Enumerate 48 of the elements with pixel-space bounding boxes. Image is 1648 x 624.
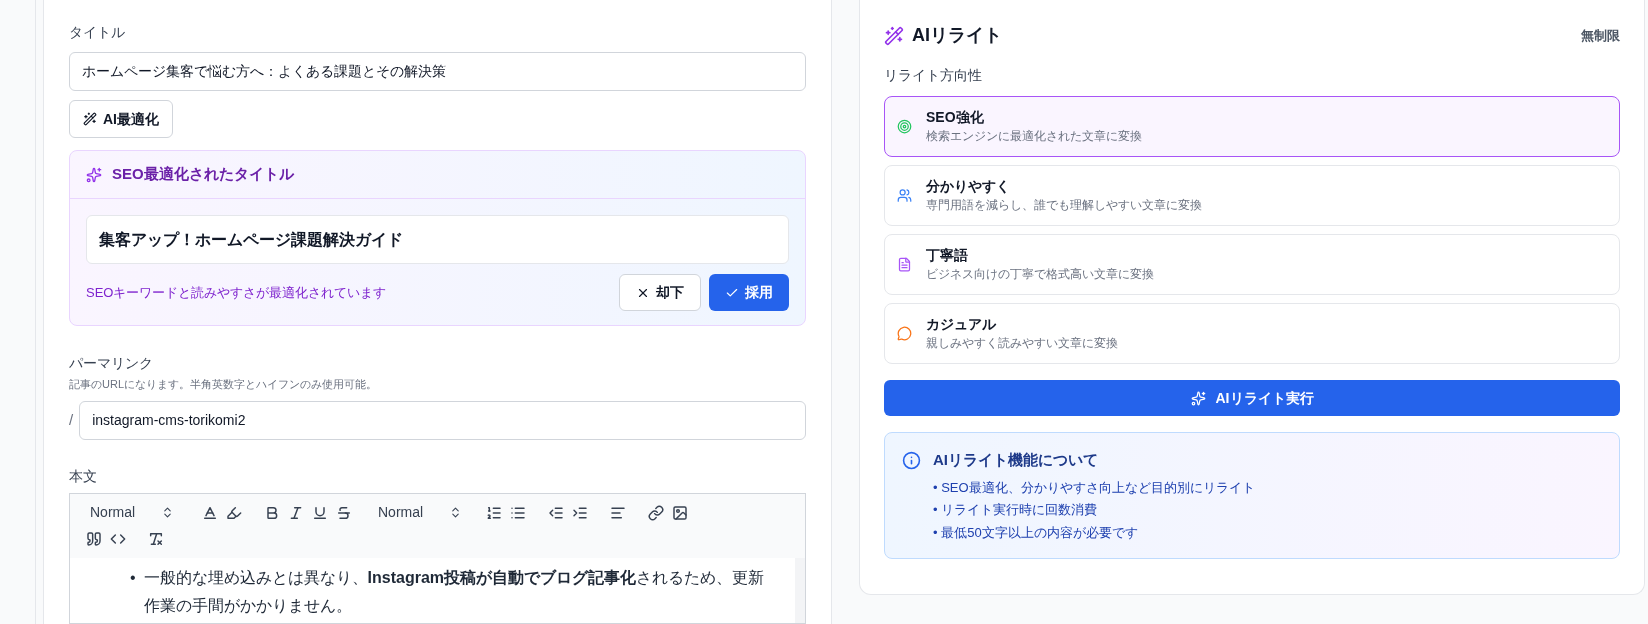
speech-bubble-icon xyxy=(897,326,912,341)
format-select[interactable]: Normal xyxy=(82,500,182,525)
info-item: • 最低50文字以上の内容が必要です xyxy=(933,523,1139,542)
accept-button[interactable]: 採用 xyxy=(709,274,789,311)
ai-optimize-button[interactable]: AI最適化 xyxy=(69,100,173,138)
option-title: カジュアル xyxy=(926,315,997,335)
option-title: 丁寧語 xyxy=(926,246,969,266)
info-title: AIリライト機能について xyxy=(933,450,1099,470)
option-description: 検索エンジンに最適化された文章に変換 xyxy=(926,129,1142,145)
format-select[interactable]: Normal xyxy=(370,500,470,525)
section-label: リライト方向性 xyxy=(884,66,983,85)
info-icon xyxy=(902,451,921,470)
option-title: SEO強化 xyxy=(926,108,985,128)
permalink-input[interactable]: instagram-cms-torikomi2 xyxy=(79,400,806,440)
panel-title: SEO最適化されたタイトル xyxy=(112,164,294,185)
info-item: • SEO最適化、分かりやすさ向上など目的別にリライト xyxy=(933,478,1255,497)
people-icon xyxy=(897,188,912,203)
paragraph: 一般的な埋め込みとは異なり、Instagram投稿が自動でブログ記事化されるため、更新作業の手間がかかりません。 xyxy=(143,567,766,616)
reject-button[interactable]: 却下 xyxy=(619,274,701,311)
field-hint: 記事のURLになります。半角英数字とハイフンのみ使用可能。 xyxy=(69,377,378,392)
info-item: • リライト実行時に回数消費 xyxy=(933,501,1099,519)
option-description: 親しみやすく読みやすい文章に変換 xyxy=(926,336,1118,352)
url-prefix: / xyxy=(69,409,74,430)
document-icon xyxy=(897,257,912,272)
bullet-marker: • xyxy=(130,567,136,588)
sparkles-icon xyxy=(1190,390,1206,406)
field-label: パーマリンク xyxy=(69,354,154,373)
rewrite-option[interactable]: カジュアル 親しみやすく読みやすい文章に変換 xyxy=(884,303,1620,364)
usage-limit: 無制限 xyxy=(1581,26,1620,45)
up-down-caret-icon xyxy=(161,506,174,519)
rewrite-option[interactable]: 分かりやすく 専門用語を減らし、誰でも理解しやすい文章に変換 xyxy=(884,165,1620,226)
optimization-note: SEOキーワードと読みやすさが最適化されています xyxy=(86,283,387,302)
up-down-caret-icon xyxy=(449,506,462,519)
option-description: 専門用語を減らし、誰でも理解しやすい文章に変換 xyxy=(926,198,1202,214)
field-label: 本文 xyxy=(69,466,98,486)
title-input[interactable]: ホームページ集客で悩む方へ：よくある課題とその解決策 xyxy=(69,52,806,91)
target-icon xyxy=(897,119,912,134)
magic-wand-icon xyxy=(884,25,904,46)
rewrite-option[interactable]: 丁寧語 ビジネス向けの丁寧で格式高い文章に変換 xyxy=(884,234,1620,295)
suggested-title: 集客アップ！ホームページ課題解決ガイド xyxy=(86,215,789,264)
magic-wand-icon xyxy=(83,112,97,126)
option-title: 分かりやすく xyxy=(926,177,1011,197)
option-description: ビジネス向けの丁寧で格式高い文章に変換 xyxy=(926,267,1154,283)
rewrite-option[interactable]: SEO強化 検索エンジンに最適化された文章に変換 xyxy=(884,96,1620,157)
card-title: AIリライト xyxy=(912,24,1002,47)
run-rewrite-button[interactable]: AIリライト実行 xyxy=(884,380,1620,416)
sparkles-icon xyxy=(86,166,102,183)
field-label: タイトル xyxy=(69,23,126,42)
